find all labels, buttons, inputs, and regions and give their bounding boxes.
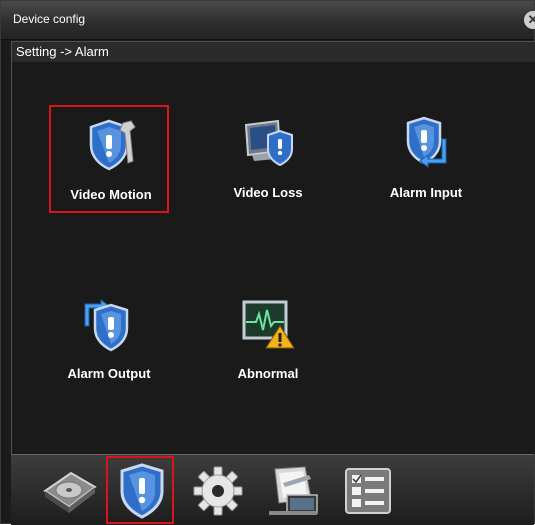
bottom-toolbar <box>11 454 534 525</box>
title-bar[interactable]: Device config ✕ <box>1 1 535 40</box>
tile-label: Alarm Output <box>67 366 151 381</box>
alarm-shield-icon <box>120 463 164 519</box>
heartbeat-warning-icon <box>242 300 295 349</box>
tile-video-motion[interactable]: Video Motion <box>49 105 169 213</box>
checklist-icon <box>345 468 391 514</box>
hard-disk-icon <box>43 471 97 513</box>
alarm-menu-panel: Video Motion Video Loss Alarm Input Alar… <box>11 62 535 454</box>
shield-arrow-out-icon <box>84 299 129 352</box>
device-config-window: Device config ✕ Setting -> Alarm Video M… <box>0 0 535 525</box>
dock-info-button[interactable] <box>336 458 400 522</box>
dock-advanced-button[interactable] <box>259 458 323 522</box>
breadcrumb-bar: Setting -> Alarm <box>11 41 535 62</box>
shield-wrench-icon <box>89 119 136 171</box>
dock-storage-button[interactable] <box>35 458 99 522</box>
tile-label: Video Loss <box>233 185 303 200</box>
close-icon[interactable]: ✕ <box>524 11 535 29</box>
tile-abnormal[interactable]: Abnormal <box>208 286 328 394</box>
tile-label: Video Motion <box>70 187 152 202</box>
dock-system-settings-button[interactable] <box>186 458 250 522</box>
tile-alarm-input[interactable]: Alarm Input <box>366 105 486 213</box>
monitor-shield-icon <box>244 119 293 167</box>
window-title: Device config <box>13 12 86 26</box>
dock-alarm-button[interactable] <box>106 456 174 524</box>
gear-icon <box>193 466 243 516</box>
shield-arrow-in-icon <box>406 116 447 168</box>
tile-label: Abnormal <box>237 366 299 381</box>
tile-video-loss[interactable]: Video Loss <box>208 105 328 213</box>
tile-alarm-output[interactable]: Alarm Output <box>49 286 169 394</box>
breadcrumb: Setting -> Alarm <box>16 44 109 59</box>
network-tools-icon <box>269 466 318 515</box>
tile-label: Alarm Input <box>389 185 463 200</box>
